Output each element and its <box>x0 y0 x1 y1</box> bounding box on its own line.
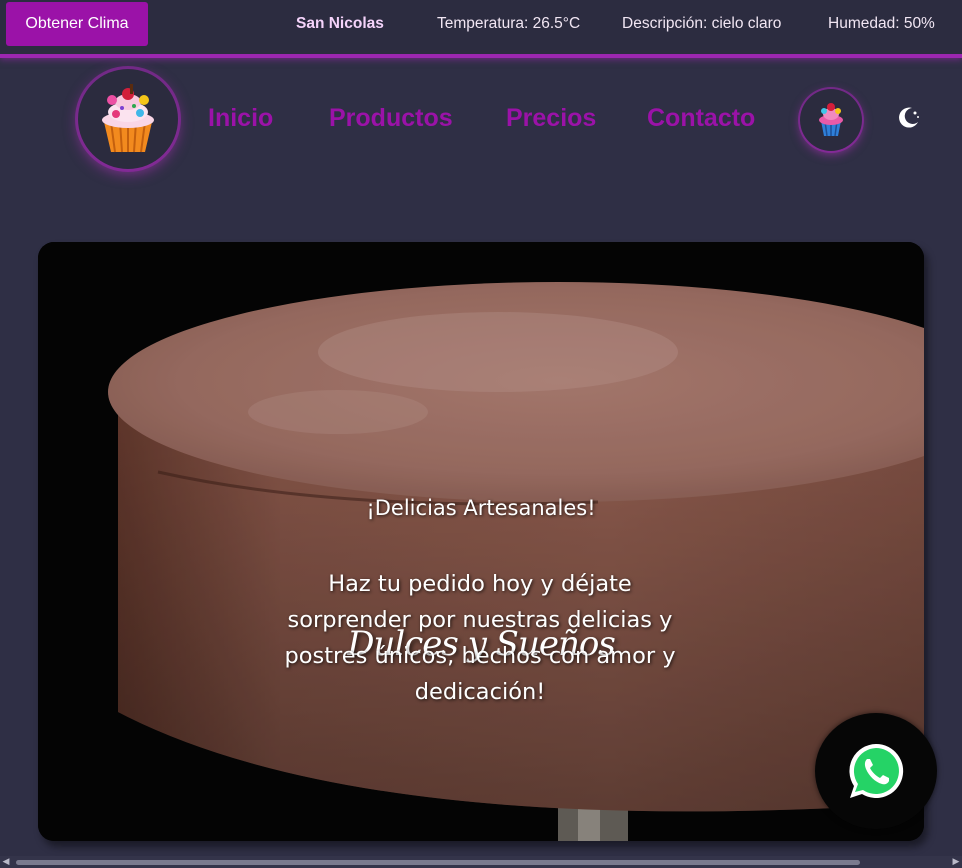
weather-city: San Nicolas <box>296 15 384 32</box>
nav-link-productos[interactable]: Productos <box>329 104 453 133</box>
nav-link-inicio[interactable]: Inicio <box>208 104 273 133</box>
horizontal-scrollbar[interactable]: ◀ ▶ <box>0 856 962 868</box>
weather-bar: Obtener Clima San Nicolas Temperatura: 2… <box>0 0 962 58</box>
weather-humidity: Humedad: 50% <box>828 15 935 32</box>
whatsapp-button[interactable] <box>815 713 937 829</box>
cupcake-icon[interactable] <box>800 89 862 151</box>
nav-link-contacto[interactable]: Contacto <box>647 104 755 133</box>
chocolate-cake-image <box>38 242 924 841</box>
nav-link-precios[interactable]: Precios <box>506 104 596 133</box>
get-weather-button[interactable]: Obtener Clima <box>6 2 148 46</box>
weather-temperature: Temperatura: 26.5°C <box>437 15 581 32</box>
moon-star-icon[interactable] <box>896 104 922 130</box>
weather-description: Descripción: cielo claro <box>622 15 782 32</box>
hero-subtitle: ¡Delicias Artesanales! <box>366 496 596 520</box>
hero-banner: Dulces y Sueños <box>38 242 924 841</box>
scrollbar-thumb[interactable] <box>16 860 860 865</box>
hero-description: Haz tu pedido hoy y déjate sorprender po… <box>284 571 676 705</box>
whatsapp-icon <box>849 743 904 798</box>
cupcake-logo-icon[interactable] <box>78 69 178 169</box>
scroll-right-arrow-icon[interactable]: ▶ <box>950 856 962 868</box>
scroll-left-arrow-icon[interactable]: ◀ <box>0 856 12 868</box>
